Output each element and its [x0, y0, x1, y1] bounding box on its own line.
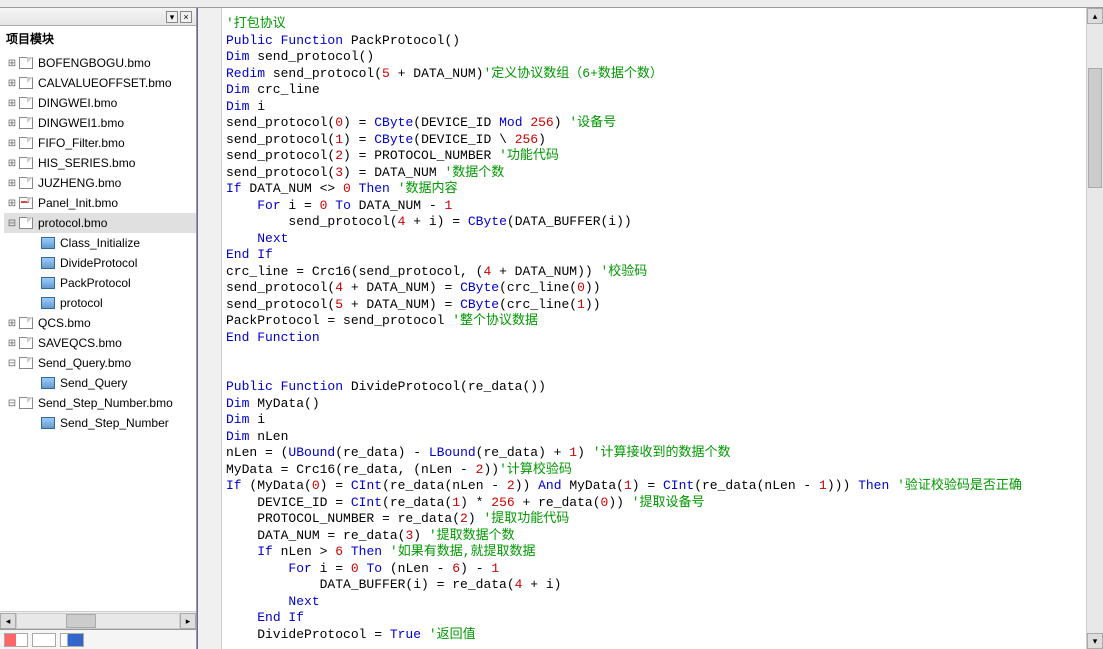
tree-expand-icon[interactable]: ⊞: [6, 198, 18, 209]
tree-item-label: Panel_Init.bmo: [36, 196, 118, 210]
tree-member-item[interactable]: Class_Initialize: [4, 233, 196, 253]
document-icon: [18, 96, 34, 110]
tree-member-item[interactable]: Send_Query: [4, 373, 196, 393]
panel-close-button[interactable]: ×: [180, 11, 192, 23]
document-icon: [18, 316, 34, 330]
document-icon: [18, 356, 34, 370]
tree-item-label: Send_Query.bmo: [36, 356, 131, 370]
tree-file-item[interactable]: ⊞ SAVEQCS.bmo: [4, 333, 196, 353]
tree-file-item[interactable]: ⊞ DINGWEI.bmo: [4, 93, 196, 113]
document-icon: [18, 136, 34, 150]
panel-title: 项目模块: [0, 26, 196, 51]
tree-expand-icon[interactable]: ⊞: [6, 138, 18, 149]
document-icon: [18, 76, 34, 90]
module-icon: [40, 376, 56, 390]
tree-expand-icon[interactable]: ⊞: [6, 318, 18, 329]
tree-file-item[interactable]: ⊟ Send_Query.bmo: [4, 353, 196, 373]
editor-vscroll[interactable]: ▴ ▾: [1086, 8, 1103, 649]
sidebar: ▾ × 项目模块 ⊞ BOFENGBOGU.bmo ⊞ CALVALUEOFFSET.…: [0, 8, 197, 649]
document-icon: [18, 176, 34, 190]
tree-expand-icon[interactable]: ⊞: [6, 118, 18, 129]
tree-item-label: Send_Step_Number: [58, 416, 169, 430]
code-area[interactable]: '打包协议 Public Function PackProtocol() Dim…: [222, 8, 1086, 649]
tree-item-label: DINGWEI1.bmo: [36, 116, 124, 130]
tree-item-label: DINGWEI.bmo: [36, 96, 117, 110]
tree-expand-icon[interactable]: ⊟: [6, 218, 18, 229]
module-icon: [40, 296, 56, 310]
panel-header: ▾ ×: [0, 8, 196, 26]
tree-expand-icon[interactable]: ⊟: [6, 358, 18, 369]
tree-expand-icon[interactable]: ⊞: [6, 98, 18, 109]
code-editor: '打包协议 Public Function PackProtocol() Dim…: [197, 8, 1103, 649]
document-icon: [18, 116, 34, 130]
vscroll-thumb[interactable]: [1088, 68, 1102, 188]
hscroll-right-button[interactable]: ▸: [180, 613, 196, 629]
tree-file-item[interactable]: ⊞ QCS.bmo: [4, 313, 196, 333]
tree-item-label: Send_Step_Number.bmo: [36, 396, 173, 410]
tree-file-item[interactable]: ⊞ BOFENGBOGU.bmo: [4, 53, 196, 73]
tree-file-item[interactable]: ⊞ Panel_Init.bmo: [4, 193, 196, 213]
tree-file-item[interactable]: ⊞ JUZHENG.bmo: [4, 173, 196, 193]
module-icon: [40, 256, 56, 270]
tree-item-label: HIS_SERIES.bmo: [36, 156, 135, 170]
tree-file-item[interactable]: ⊟ Send_Step_Number.bmo: [4, 393, 196, 413]
document-icon: [18, 196, 34, 210]
editor-gutter: [198, 8, 222, 649]
panel-pin-button[interactable]: ▾: [166, 11, 178, 23]
tree-expand-icon[interactable]: ⊞: [6, 58, 18, 69]
tree-item-label: FIFO_Filter.bmo: [36, 136, 125, 150]
tree-expand-icon[interactable]: ⊞: [6, 178, 18, 189]
document-icon: [18, 336, 34, 350]
module-icon: [40, 276, 56, 290]
tree-item-label: JUZHENG.bmo: [36, 176, 121, 190]
tree-item-label: PackProtocol: [58, 276, 131, 290]
tree-member-item[interactable]: protocol: [4, 293, 196, 313]
sidebar-bottom-tabs: [0, 629, 196, 649]
tree-item-label: QCS.bmo: [36, 316, 91, 330]
vscroll-up-button[interactable]: ▴: [1087, 8, 1103, 24]
document-icon: [18, 216, 34, 230]
tree-item-label: Send_Query: [58, 376, 127, 390]
hscroll-thumb[interactable]: [66, 614, 96, 628]
tree-file-item[interactable]: ⊞ HIS_SERIES.bmo: [4, 153, 196, 173]
tree-item-label: protocol.bmo: [36, 216, 107, 230]
tree-member-item[interactable]: Send_Step_Number: [4, 413, 196, 433]
tree-item-label: CALVALUEOFFSET.bmo: [36, 76, 172, 90]
tree-member-item[interactable]: DivideProtocol: [4, 253, 196, 273]
bottom-tab-1[interactable]: [4, 633, 28, 647]
tree-item-label: protocol: [58, 296, 103, 310]
tree-expand-icon[interactable]: ⊟: [6, 398, 18, 409]
tree-expand-icon[interactable]: ⊞: [6, 78, 18, 89]
tree-file-item[interactable]: ⊟ protocol.bmo: [4, 213, 196, 233]
vscroll-down-button[interactable]: ▾: [1087, 633, 1103, 649]
module-icon: [40, 416, 56, 430]
bottom-tab-2[interactable]: [32, 633, 56, 647]
tree-expand-icon[interactable]: ⊞: [6, 338, 18, 349]
tree-item-label: DivideProtocol: [58, 256, 137, 270]
document-icon: [18, 396, 34, 410]
tree-item-label: SAVEQCS.bmo: [36, 336, 122, 350]
hscroll-left-button[interactable]: ◂: [0, 613, 16, 629]
document-icon: [18, 56, 34, 70]
code-content[interactable]: '打包协议 Public Function PackProtocol() Dim…: [222, 8, 1086, 649]
top-toolbar: [0, 0, 1103, 8]
tree-file-item[interactable]: ⊞ FIFO_Filter.bmo: [4, 133, 196, 153]
tree-item-label: Class_Initialize: [58, 236, 140, 250]
project-tree[interactable]: ⊞ BOFENGBOGU.bmo ⊞ CALVALUEOFFSET.bmo ⊞ DINGW…: [0, 51, 196, 611]
hscroll-track[interactable]: [16, 613, 180, 629]
sidebar-hscroll[interactable]: ◂ ▸: [0, 611, 196, 629]
document-icon: [18, 156, 34, 170]
tree-file-item[interactable]: ⊞ CALVALUEOFFSET.bmo: [4, 73, 196, 93]
tree-file-item[interactable]: ⊞ DINGWEI1.bmo: [4, 113, 196, 133]
bottom-tab-3[interactable]: [60, 633, 84, 647]
tree-expand-icon[interactable]: ⊞: [6, 158, 18, 169]
tree-item-label: BOFENGBOGU.bmo: [36, 56, 151, 70]
module-icon: [40, 236, 56, 250]
tree-member-item[interactable]: PackProtocol: [4, 273, 196, 293]
